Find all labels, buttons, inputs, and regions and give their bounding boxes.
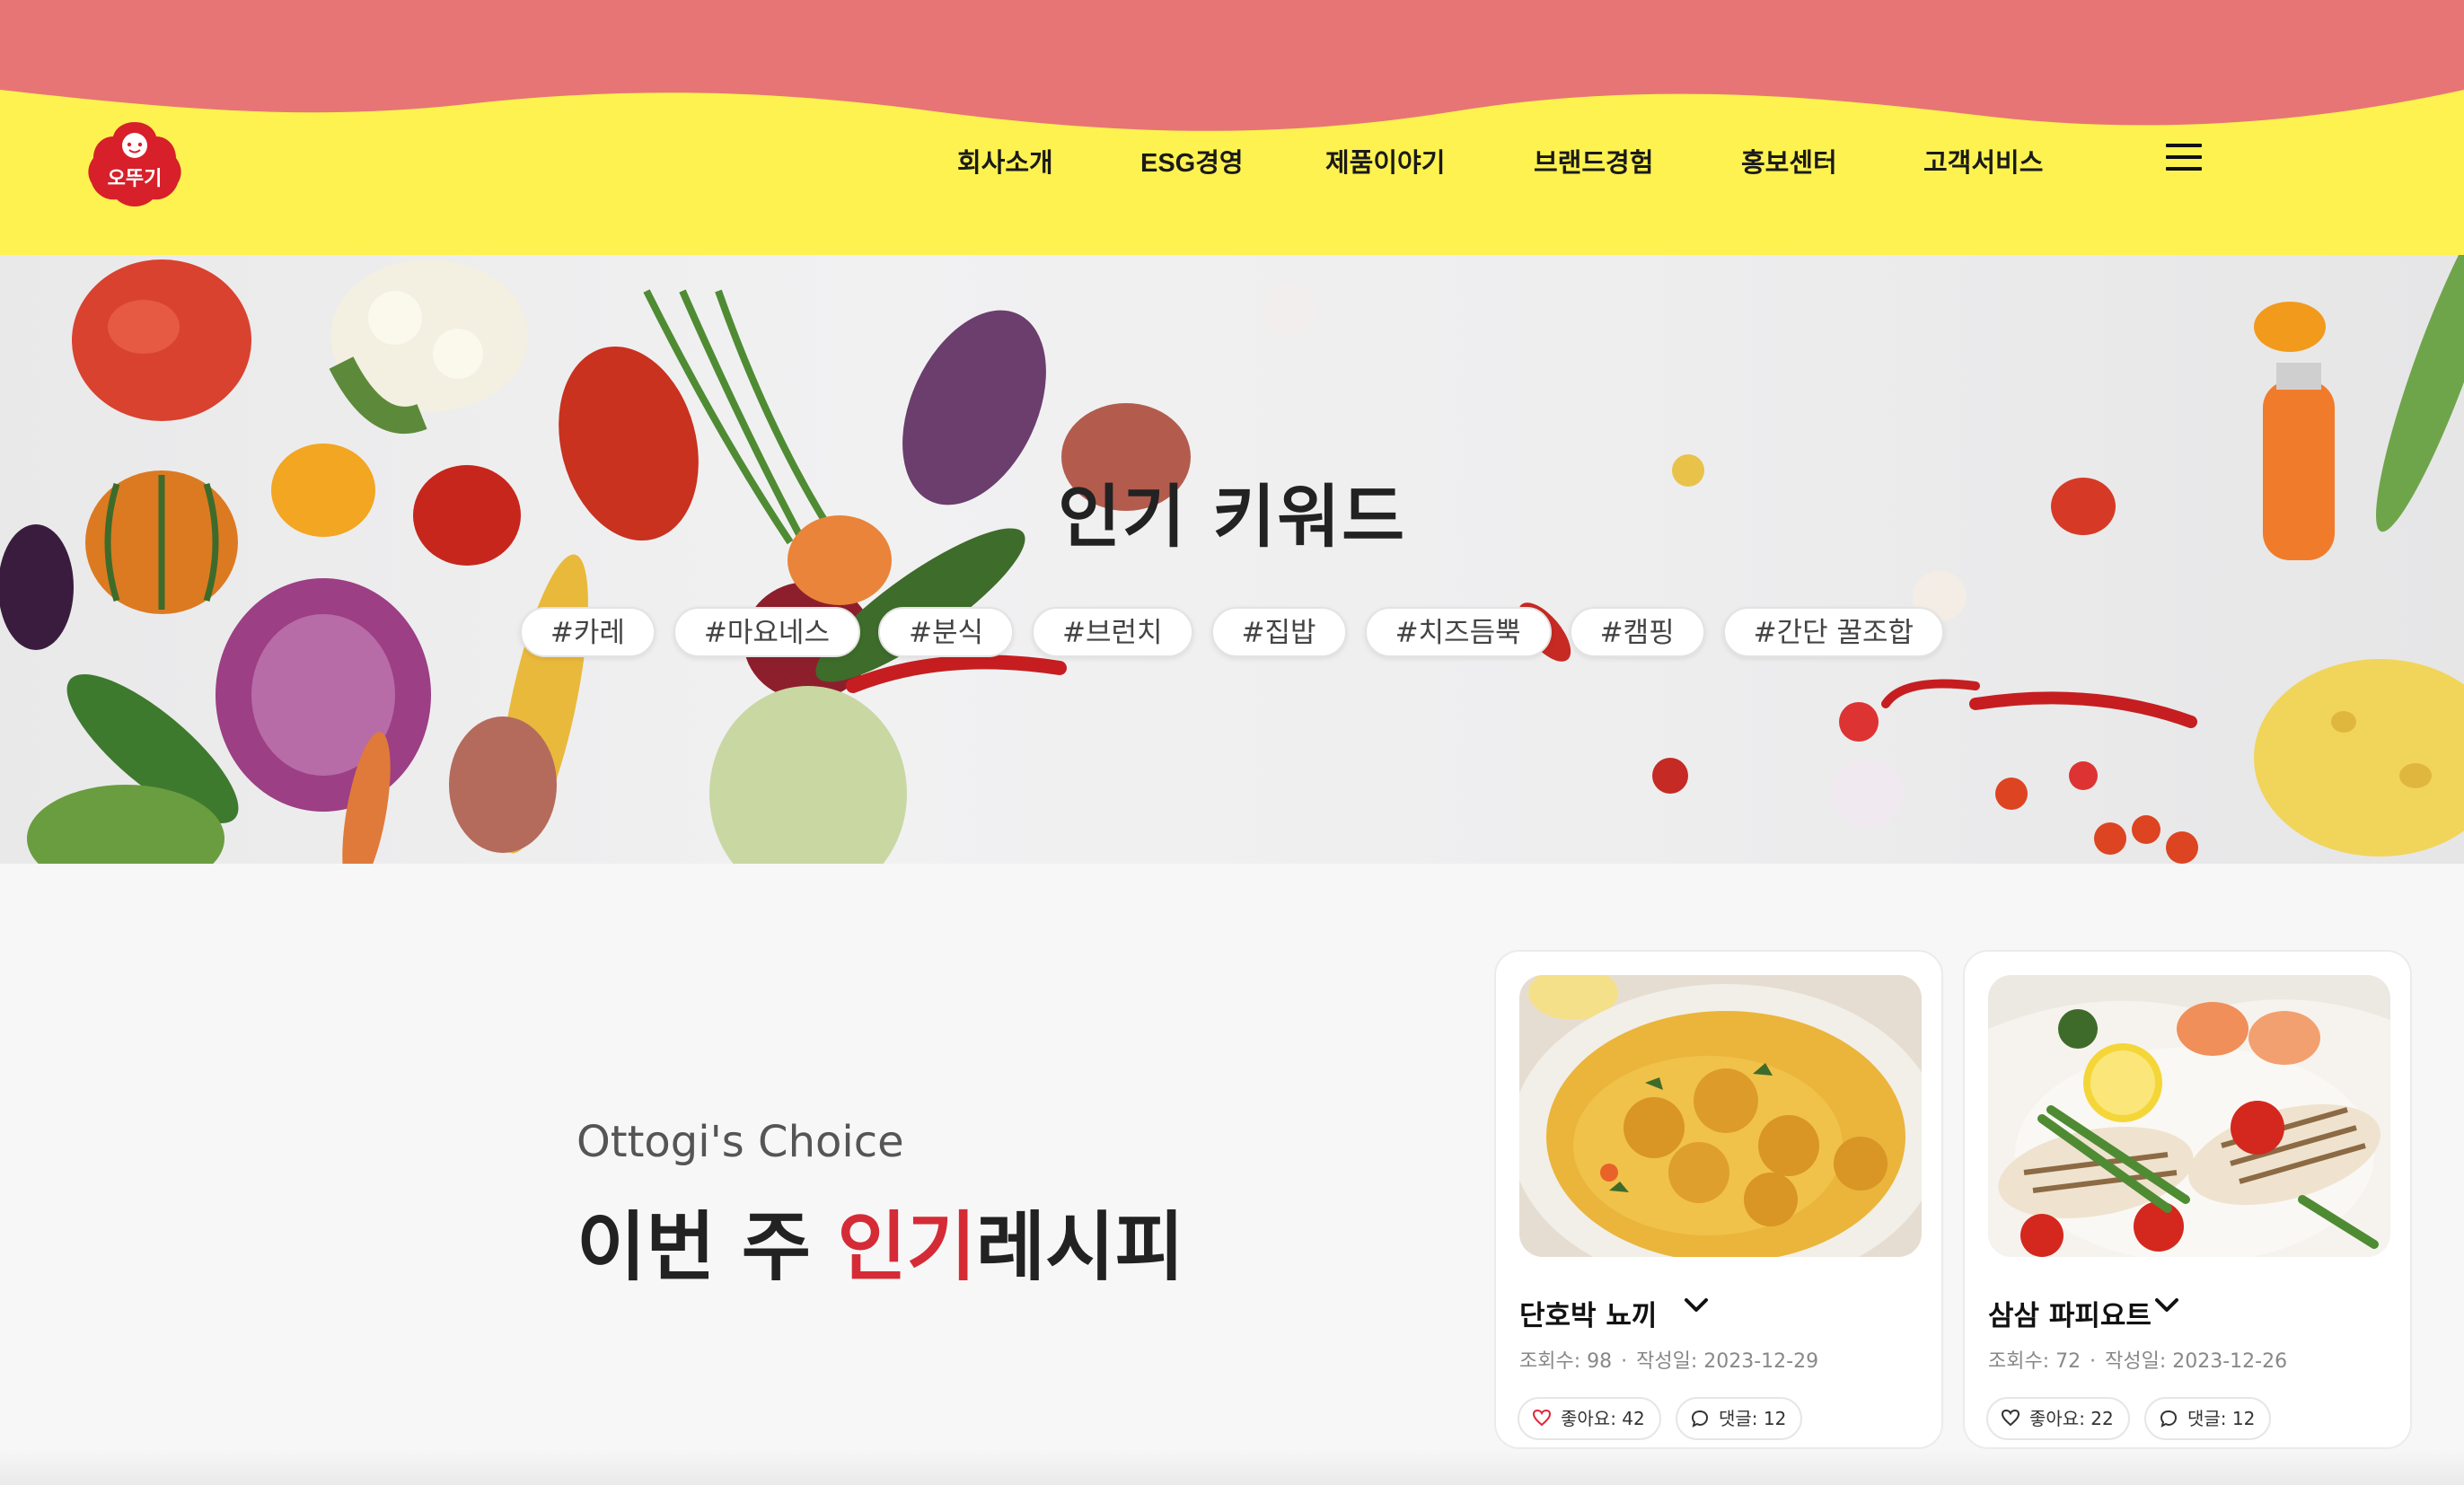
bottom-shadow <box>0 1449 2464 1485</box>
like-count: 좋아요: 22 <box>2029 1408 2114 1429</box>
nav-item-esg[interactable]: ESG경영 <box>1140 142 1244 180</box>
section-title: 이번 주 인기레시피 <box>576 1187 1184 1296</box>
keyword-hero: 인기 키워드 #카레 #마요네스 #분식 #브런치 #집밥 #치즈듬뿍 #캠핑 … <box>0 255 2464 864</box>
section-title-after: 레시피 <box>975 1203 1184 1291</box>
heart-icon <box>2001 1409 2020 1427</box>
speech-bubble-icon <box>2160 1410 2178 1428</box>
nav-item-company[interactable]: 회사소개 <box>957 142 1053 180</box>
keyword-tag[interactable]: #카레 <box>519 607 656 657</box>
section-title-before: 이번 주 <box>576 1203 838 1291</box>
keyword-tag[interactable]: #브런치 <box>1032 607 1193 657</box>
site-header: 오뚜기 회사소개 ESG경영 제품이야기 브랜드경험 홍보센터 고객서비스 <box>0 0 2464 255</box>
keyword-tag[interactable]: #캠핑 <box>1569 607 1705 657</box>
keyword-tag[interactable]: #집밥 <box>1210 607 1347 657</box>
keyword-tag[interactable]: #마요네스 <box>673 607 860 657</box>
recipe-card[interactable]: 단호박 뇨끼 조회수: 98 · 작성일: 2023-12-29 좋아요: 42 댓… <box>1494 950 1943 1449</box>
comment-button[interactable]: 댓글: 12 <box>1676 1397 1803 1440</box>
svg-text:오뚜기: 오뚜기 <box>108 168 163 190</box>
like-button[interactable]: 좋아요: 42 <box>1518 1397 1661 1440</box>
heart-icon <box>1532 1409 1552 1427</box>
chevron-down-icon[interactable] <box>1681 1295 1712 1316</box>
header-wave <box>0 0 2464 131</box>
recipe-views: 조회수: 98 <box>1519 1350 1613 1373</box>
recipe-image[interactable] <box>1988 975 2390 1257</box>
nav-item-pr[interactable]: 홍보센터 <box>1741 142 1837 180</box>
hero-title: 인기 키워드 <box>1057 477 1407 557</box>
nav-item-customer[interactable]: 고객서비스 <box>1923 142 2043 180</box>
speech-bubble-icon <box>1691 1410 1709 1428</box>
comment-count: 댓글: 12 <box>2187 1408 2256 1429</box>
keyword-tag-list: #카레 #마요네스 #분식 #브런치 #집밥 #치즈듬뿍 #캠핑 #간단 꿀조합 <box>0 607 2464 657</box>
recipe-meta: 조회수: 72 · 작성일: 2023-12-26 <box>1988 1350 2288 1373</box>
comment-button[interactable]: 댓글: 12 <box>2144 1397 2272 1440</box>
nav-item-products[interactable]: 제품이야기 <box>1325 142 1445 180</box>
ottogi-logo[interactable]: 오뚜기 <box>84 119 185 208</box>
comment-count: 댓글: 12 <box>1719 1408 1787 1429</box>
chevron-down-icon[interactable] <box>2152 1295 2182 1316</box>
keyword-tag[interactable]: #분식 <box>877 607 1014 657</box>
nav-item-brand[interactable]: 브랜드경험 <box>1534 142 1653 180</box>
recipe-card[interactable]: 삼삼 파피요트 조회수: 72 · 작성일: 2023-12-26 좋아요: 22 … <box>1963 950 2412 1449</box>
keyword-tag[interactable]: #치즈듬뿍 <box>1364 607 1552 657</box>
like-button[interactable]: 좋아요: 22 <box>1986 1397 2130 1440</box>
like-count: 좋아요: 42 <box>1561 1408 1645 1429</box>
recipe-date: 작성일: 2023-12-26 <box>2105 1350 2288 1373</box>
recipe-views: 조회수: 72 <box>1988 1350 2081 1373</box>
recipe-date: 작성일: 2023-12-29 <box>1636 1350 1819 1373</box>
popular-recipes-section: Ottogi's Choice 이번 주 인기레시피 단호박 뇨끼 조회수: 9… <box>0 864 2464 1485</box>
section-title-accent: 인기 <box>837 1203 976 1291</box>
recipe-image[interactable] <box>1519 975 1922 1257</box>
recipe-title[interactable]: 단호박 뇨끼 <box>1519 1293 1657 1333</box>
keyword-tag[interactable]: #간단 꿀조합 <box>1722 607 1945 657</box>
section-subtitle: Ottogi's Choice <box>576 1117 904 1167</box>
hamburger-icon[interactable] <box>2166 144 2202 174</box>
recipe-title[interactable]: 삼삼 파피요트 <box>1988 1293 2152 1333</box>
recipe-meta: 조회수: 98 · 작성일: 2023-12-29 <box>1519 1350 1819 1373</box>
